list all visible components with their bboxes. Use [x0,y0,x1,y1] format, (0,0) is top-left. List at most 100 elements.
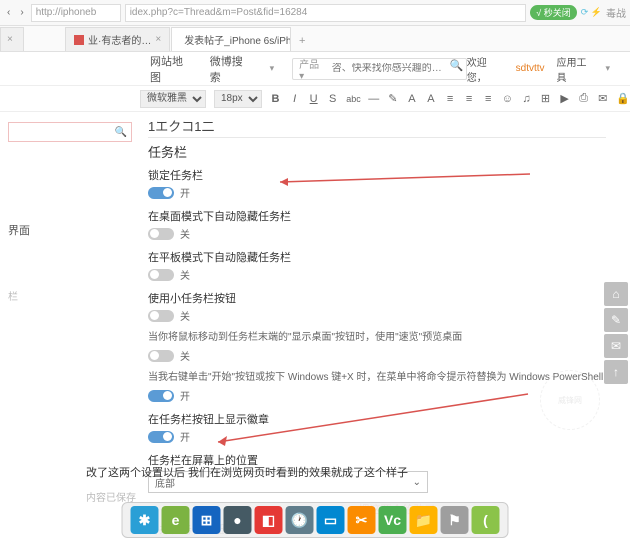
panel-header: 1エクコ1二 [148,116,606,138]
toggle-state: 关 [180,267,190,282]
toggle[interactable] [148,390,174,402]
close-badge[interactable]: √ 秒关闭 [530,5,576,20]
dock-icon[interactable]: ⚑ [441,506,469,534]
tab-close-red[interactable]: × [0,27,24,51]
tab-label: 业·有志者的… [88,32,151,47]
dock-icon[interactable]: 🕐 [286,506,314,534]
url-input[interactable] [31,4,121,22]
toggle[interactable] [148,310,174,322]
music-button[interactable]: ♫ [521,93,532,105]
dock-icon[interactable]: 📁 [410,506,438,534]
toggle[interactable] [148,431,174,443]
color-button[interactable]: A [406,93,417,105]
toggle[interactable] [148,269,174,281]
toggle[interactable] [148,350,174,362]
summary-text: 改了这两个设置以后 我们在浏览网页时看到的效果就成了这个样子 [86,464,408,480]
setting-powershell: 当我右键单击"开始"按钮或按下 Windows 键+X 时，在菜单中将命令提示符… [148,371,606,403]
dock-icon[interactable]: ✂ [348,506,376,534]
hr-button[interactable]: — [368,93,379,105]
username[interactable]: sdtvttv [516,63,545,74]
tab-strip: × 业·有志者的… × 发表帖子_iPhone 6s/iPhone 6…× + [0,26,630,52]
list2-button[interactable]: ≡ [483,93,494,105]
setting-badges: 在任务栏按钮上显示徽章 开 [148,411,606,444]
setting-label: 在平板模式下自动隐藏任务栏 [148,249,606,265]
toggle-state: 开 [180,388,190,403]
toggle[interactable] [148,228,174,240]
setting-label: 锁定任务栏 [148,167,606,183]
size-select[interactable]: 18px [214,90,262,108]
nav-search: 产品 ▾ 🔍 [292,58,467,80]
image-button[interactable]: ⊞ [540,92,551,105]
favicon [74,35,84,45]
tab-1[interactable]: 业·有志者的… × [65,27,170,51]
bgcolor-button[interactable]: A [425,93,436,105]
search-icon[interactable]: 🔍 [448,59,466,79]
toggle-state: 关 [180,308,190,323]
dock-icon[interactable]: e [162,506,190,534]
dock-icon[interactable]: ( [472,506,500,534]
font-select[interactable]: 微软雅黑 [140,90,206,108]
mail-button[interactable]: ✉ [597,92,608,105]
back-button[interactable]: ‹ [4,7,13,18]
forward-button[interactable]: › [17,7,26,18]
page-nav: 网站地图 微博搜索 ▾ 产品 ▾ 🔍 欢迎您， sdtvttv 应用工具 ▾ [0,52,630,86]
toggle-state: 开 [180,185,190,200]
sidebar-search[interactable]: 🔍 [8,122,132,142]
search-category[interactable]: 产品 ▾ [293,56,328,82]
close-icon: × [7,34,13,45]
search-input[interactable] [328,63,448,74]
float-mail[interactable]: ✉ [604,334,628,358]
dock-icon[interactable]: ⊞ [193,506,221,534]
italic-button[interactable]: I [289,93,300,105]
dock-icon[interactable]: ▭ [317,506,345,534]
dock-icon[interactable]: ◧ [255,506,283,534]
edit-button[interactable]: ✎ [387,92,398,105]
dock: ✱e⊞●◧🕐▭✂Vc📁⚑( [122,502,509,538]
dock-icon[interactable]: Vc [379,506,407,534]
float-edit[interactable]: ✎ [604,308,628,332]
list-button[interactable]: ≡ [464,93,475,105]
float-toolbar: ⌂ ✎ ✉ ↑ [604,282,628,384]
emoji-button[interactable]: ☺ [502,93,513,105]
url-path[interactable] [125,4,527,22]
bold-button[interactable]: B [270,93,281,105]
nav-weibo[interactable]: 微博搜索 [210,53,252,85]
toggle-state: 关 [180,226,190,241]
chevron-down-icon: ⌄ [413,477,421,488]
print-button[interactable]: ⎙ [578,92,589,105]
nav-sitemap[interactable]: 网站地图 [150,53,192,85]
setting-small-buttons: 使用小任务栏按钮 关 [148,290,606,323]
addr-right: 毒战 [606,5,626,20]
tab-2[interactable]: 发表帖子_iPhone 6s/iPhone 6…× [171,27,291,51]
underline-button[interactable]: U [308,93,319,105]
chevron-down-icon[interactable]: ▾ [605,63,610,74]
video-button[interactable]: ▶ [559,92,570,105]
dock-icon[interactable]: ✱ [131,506,159,534]
setting-desc: 当你将鼠标移动到任务栏末端的"显示桌面"按钮时，使用"速览"预览桌面 [148,331,606,345]
lock-button[interactable]: 🔒 [616,92,630,105]
address-bar: ‹ › √ 秒关闭 ⟳ ⚡ 毒战 [0,0,630,26]
abc-button[interactable]: abc [346,94,360,104]
tab-label: 发表帖子_iPhone 6s/iPhone 6… [184,32,291,47]
setting-peek: 当你将鼠标移动到任务栏末端的"显示桌面"按钮时，使用"速览"预览桌面 关 [148,331,606,363]
section-title: 任务栏 [148,142,606,161]
toggle-state: 关 [180,348,190,363]
nav-tools[interactable]: 应用工具 [557,54,594,84]
sidebar-label-bar: 栏 [8,288,132,303]
chevron-down-icon[interactable]: ▾ [270,63,275,74]
setting-autohide-desktop: 在桌面模式下自动隐藏任务栏 关 [148,208,606,241]
close-icon[interactable]: × [155,34,161,45]
float-top[interactable]: ↑ [604,360,628,384]
strike-button[interactable]: S [327,93,338,105]
ext-icon[interactable]: ⟳ ⚡ [581,7,602,18]
float-home[interactable]: ⌂ [604,282,628,306]
toggle-state: 开 [180,429,190,444]
setting-label: 在桌面模式下自动隐藏任务栏 [148,208,606,224]
dock-icon[interactable]: ● [224,506,252,534]
toggle[interactable] [148,187,174,199]
setting-autohide-tablet: 在平板模式下自动隐藏任务栏 关 [148,249,606,282]
align-button[interactable]: ≡ [445,93,456,105]
new-tab-button[interactable]: + [292,31,312,51]
watermark: 威锋网 [540,370,600,430]
sidebar-search-input[interactable] [13,127,103,138]
